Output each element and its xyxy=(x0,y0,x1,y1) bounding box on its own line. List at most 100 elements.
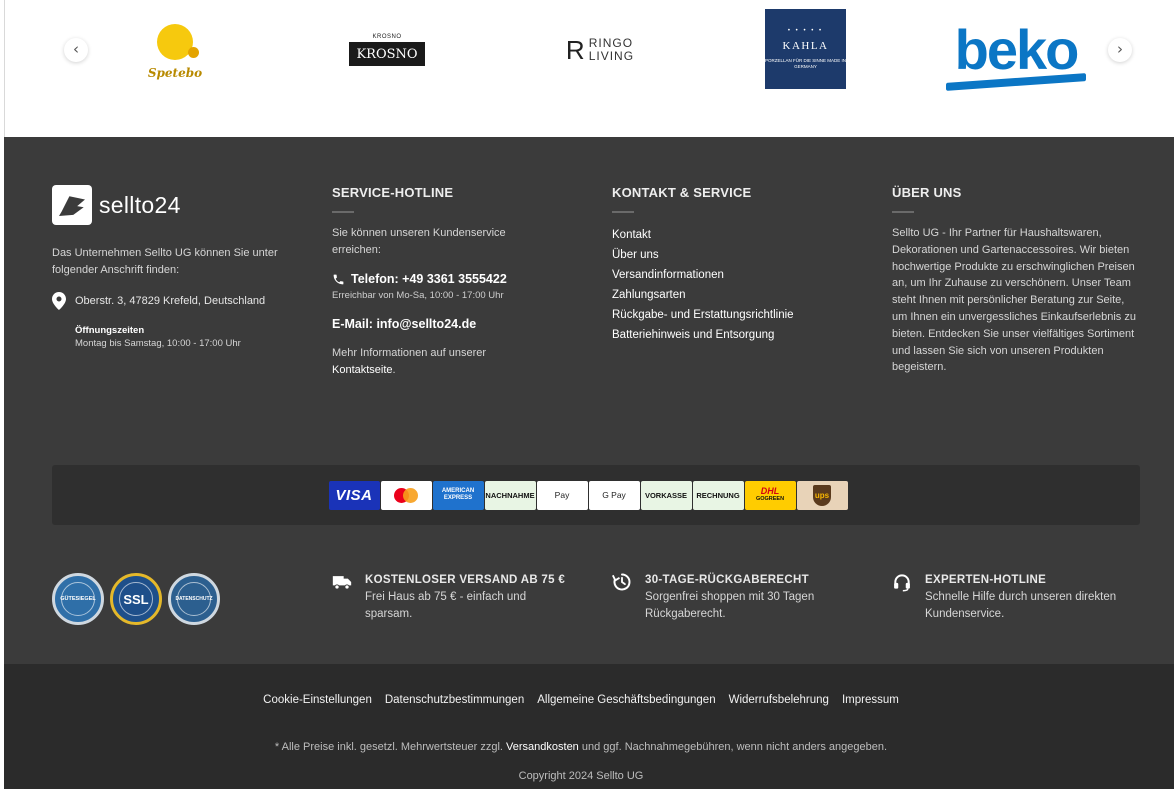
headset-icon xyxy=(894,574,910,592)
footer-contact-column: KONTAKT & SERVICE Kontakt Über uns Versa… xyxy=(612,185,862,345)
footer-link-rueckgabe[interactable]: Rückgabe- und Erstattungsrichtlinie xyxy=(612,305,862,325)
phone-number: Telefon: +49 3361 3555422 xyxy=(351,272,507,286)
contact-page-link[interactable]: Kontaktseite xyxy=(332,364,393,376)
mastercard-icon xyxy=(380,480,432,510)
more-info-prefix: Mehr Informationen auf unserer xyxy=(332,347,487,359)
brand-logo-spetebo[interactable]: Spetebo xyxy=(140,0,210,100)
dhl-label: DHL xyxy=(760,486,780,496)
hotline-title: SERVICE-HOTLINE xyxy=(332,185,454,200)
payment-methods: VISA AMERICAN EXPRESS NACHNAHME Pay G Pa… xyxy=(52,465,1140,525)
brand-name: beko xyxy=(954,18,1080,81)
feature-title: 30-TAGE-RÜCKGABERECHT xyxy=(645,574,809,586)
imprint-link[interactable]: Impressum xyxy=(842,694,899,706)
rechnung-icon: RECHNUNG xyxy=(692,480,744,510)
footer-link-kontakt[interactable]: Kontakt xyxy=(612,225,862,245)
trust-seals: GÜTESIEGEL SSL DATENSCHUTZ xyxy=(52,573,220,625)
feature-text: Sorgenfrei shoppen mit 30 Tagen Rückgabe… xyxy=(645,591,815,620)
vat-notice: * Alle Preise inkl. gesetzl. Mehrwertste… xyxy=(0,741,1166,753)
brand-tagline: PORZELLAN FÜR DIE SINNE MADE IN GERMANY xyxy=(765,58,847,69)
brand-logo-krosno[interactable]: KROSNO KROSNO xyxy=(349,0,425,100)
withdrawal-link[interactable]: Widerrufsbelehrung xyxy=(729,694,829,706)
privacy-policy-link[interactable]: Datenschutzbestimmungen xyxy=(385,694,524,706)
apple-pay-icon: Pay xyxy=(536,480,588,510)
slider-next-button[interactable]: › xyxy=(1108,38,1132,62)
brand-name: KROSNO xyxy=(349,42,425,66)
footer-about-column: ÜBER UNS Sellto UG - Ihr Partner für Hau… xyxy=(892,185,1144,376)
phone-availability: Erreichbar von Mo-Sa, 10:00 - 17:00 Uhr xyxy=(332,290,504,301)
more-info-text: Mehr Informationen auf unserer Kontaktse… xyxy=(332,345,552,378)
slider-prev-button[interactable]: ‹ xyxy=(64,38,88,62)
title-divider xyxy=(332,211,354,213)
company-intro: Das Unternehmen Sellto UG können Sie unt… xyxy=(52,247,278,276)
feature-free-shipping: KOSTENLOSER VERSAND AB 75 € Frei Haus ab… xyxy=(332,573,575,623)
ringo-monogram-icon: R xyxy=(565,34,585,65)
brand-name: KAHLA xyxy=(782,40,829,52)
feature-text: Schnelle Hilfe durch unseren direkten Ku… xyxy=(925,591,1117,620)
footer-link-batteriehinweis[interactable]: Batteriehinweis und Entsorgung xyxy=(612,325,862,345)
company-address: Oberstr. 3, 47829 Krefeld, Deutschland xyxy=(52,292,302,310)
footer-link-ueber-uns[interactable]: Über uns xyxy=(612,245,862,265)
footer-company-column: sellto24 Das Unternehmen Sellto UG könne… xyxy=(52,185,302,350)
kahla-stars-icon: • • • • • xyxy=(787,28,824,34)
contact-links: Kontakt Über uns Versandinformationen Za… xyxy=(612,225,862,345)
brand-logo-ringo-living[interactable]: R RINGO LIVING xyxy=(555,0,645,100)
footer-link-versandinformationen[interactable]: Versandinformationen xyxy=(612,265,862,285)
seal-label: SSL xyxy=(119,582,153,616)
legal-navigation: Cookie-Einstellungen Datenschutzbestimmu… xyxy=(0,694,1166,706)
hotline-intro: Sie können unseren Kundenservice erreich… xyxy=(332,227,506,256)
nachnahme-icon: NACHNAHME xyxy=(484,480,536,510)
brand-name-line2: LIVING xyxy=(588,49,635,63)
title-divider xyxy=(612,211,634,213)
footer-hotline-column: SERVICE-HOTLINE Sie können unseren Kunde… xyxy=(332,185,582,378)
ssl-seal-icon: SSL xyxy=(110,573,162,625)
brand-tagline: KROSNO xyxy=(372,34,402,40)
seal-label: DATENSCHUTZ xyxy=(175,582,213,616)
footer-link-zahlungsarten[interactable]: Zahlungsarten xyxy=(612,285,862,305)
spetebo-sun-icon xyxy=(157,24,199,60)
ups-icon: ups xyxy=(796,480,848,510)
vat-suffix: und ggf. Nachnahmegebühren, wenn nicht a… xyxy=(581,741,888,753)
email-link[interactable]: E-Mail: info@sellto24.de xyxy=(332,317,582,331)
feature-title: KOSTENLOSER VERSAND AB 75 € xyxy=(365,574,566,586)
brand-slider: ‹ Spetebo KROSNO KROSNO R RINGO LIVING •… xyxy=(4,0,1174,137)
location-pin-icon xyxy=(52,292,66,310)
footer-logo[interactable]: sellto24 xyxy=(52,185,302,225)
shipping-costs-link[interactable]: Versandkosten xyxy=(506,741,579,753)
cookie-settings-link[interactable]: Cookie-Einstellungen xyxy=(263,694,372,706)
about-title: ÜBER UNS xyxy=(892,185,962,200)
more-info-suffix: . xyxy=(392,363,396,376)
seal-label: GÜTESIEGEL xyxy=(60,582,96,616)
terms-link[interactable]: Allgemeine Geschäftsbedingungen xyxy=(537,694,715,706)
hours-title: Öffnungszeiten xyxy=(75,325,145,336)
ups-label: ups xyxy=(813,484,831,506)
feature-returns: 30-TAGE-RÜCKGABERECHT Sorgenfrei shoppen… xyxy=(612,573,855,623)
brand-name: RINGO LIVING xyxy=(589,37,634,63)
history-clock-icon xyxy=(612,573,631,591)
copyright: Copyright 2024 Sellto UG xyxy=(518,770,644,782)
sellto-logo-icon xyxy=(52,185,92,225)
brand-logo-beko[interactable]: beko xyxy=(943,4,1089,104)
amex-icon: AMERICAN EXPRESS xyxy=(432,480,484,510)
brand-logo-kahla[interactable]: • • • • • KAHLA PORZELLAN FÜR DIE SINNE … xyxy=(765,9,846,89)
footer-main: sellto24 Das Unternehmen Sellto UG könne… xyxy=(4,137,1174,664)
gogreen-label: GOGREEN xyxy=(755,496,785,502)
footer-bottom: Cookie-Einstellungen Datenschutzbestimmu… xyxy=(4,664,1174,789)
logo-text: sellto24 xyxy=(99,191,181,218)
address-text: Oberstr. 3, 47829 Krefeld, Deutschland xyxy=(75,295,266,307)
feature-title: EXPERTEN-HOTLINE xyxy=(925,574,1047,586)
privacy-seal-icon: DATENSCHUTZ xyxy=(168,573,220,625)
phone-icon xyxy=(333,274,344,284)
vat-prefix: * Alle Preise inkl. gesetzl. Mehrwertste… xyxy=(274,741,503,753)
opening-hours: Öffnungszeiten Montag bis Samstag, 10:00… xyxy=(75,324,302,350)
phone-link[interactable]: Telefon: +49 3361 3555422 xyxy=(332,272,582,286)
contact-title: KONTAKT & SERVICE xyxy=(612,185,752,200)
dhl-gogreen-icon: DHL GOGREEN xyxy=(744,480,796,510)
truck-icon xyxy=(332,576,352,590)
feature-text: Frei Haus ab 75 € - einfach und sparsam. xyxy=(365,591,527,620)
vorkasse-icon: VORKASSE xyxy=(640,480,692,510)
feature-expert-hotline: EXPERTEN-HOTLINE Schnelle Hilfe durch un… xyxy=(892,573,1135,623)
visa-icon: VISA xyxy=(328,480,380,510)
brand-name: Spetebo xyxy=(147,66,203,80)
hours-text: Montag bis Samstag, 10:00 - 17:00 Uhr xyxy=(75,338,241,349)
about-text: Sellto UG - Ihr Partner für Haushaltswar… xyxy=(892,227,1136,374)
